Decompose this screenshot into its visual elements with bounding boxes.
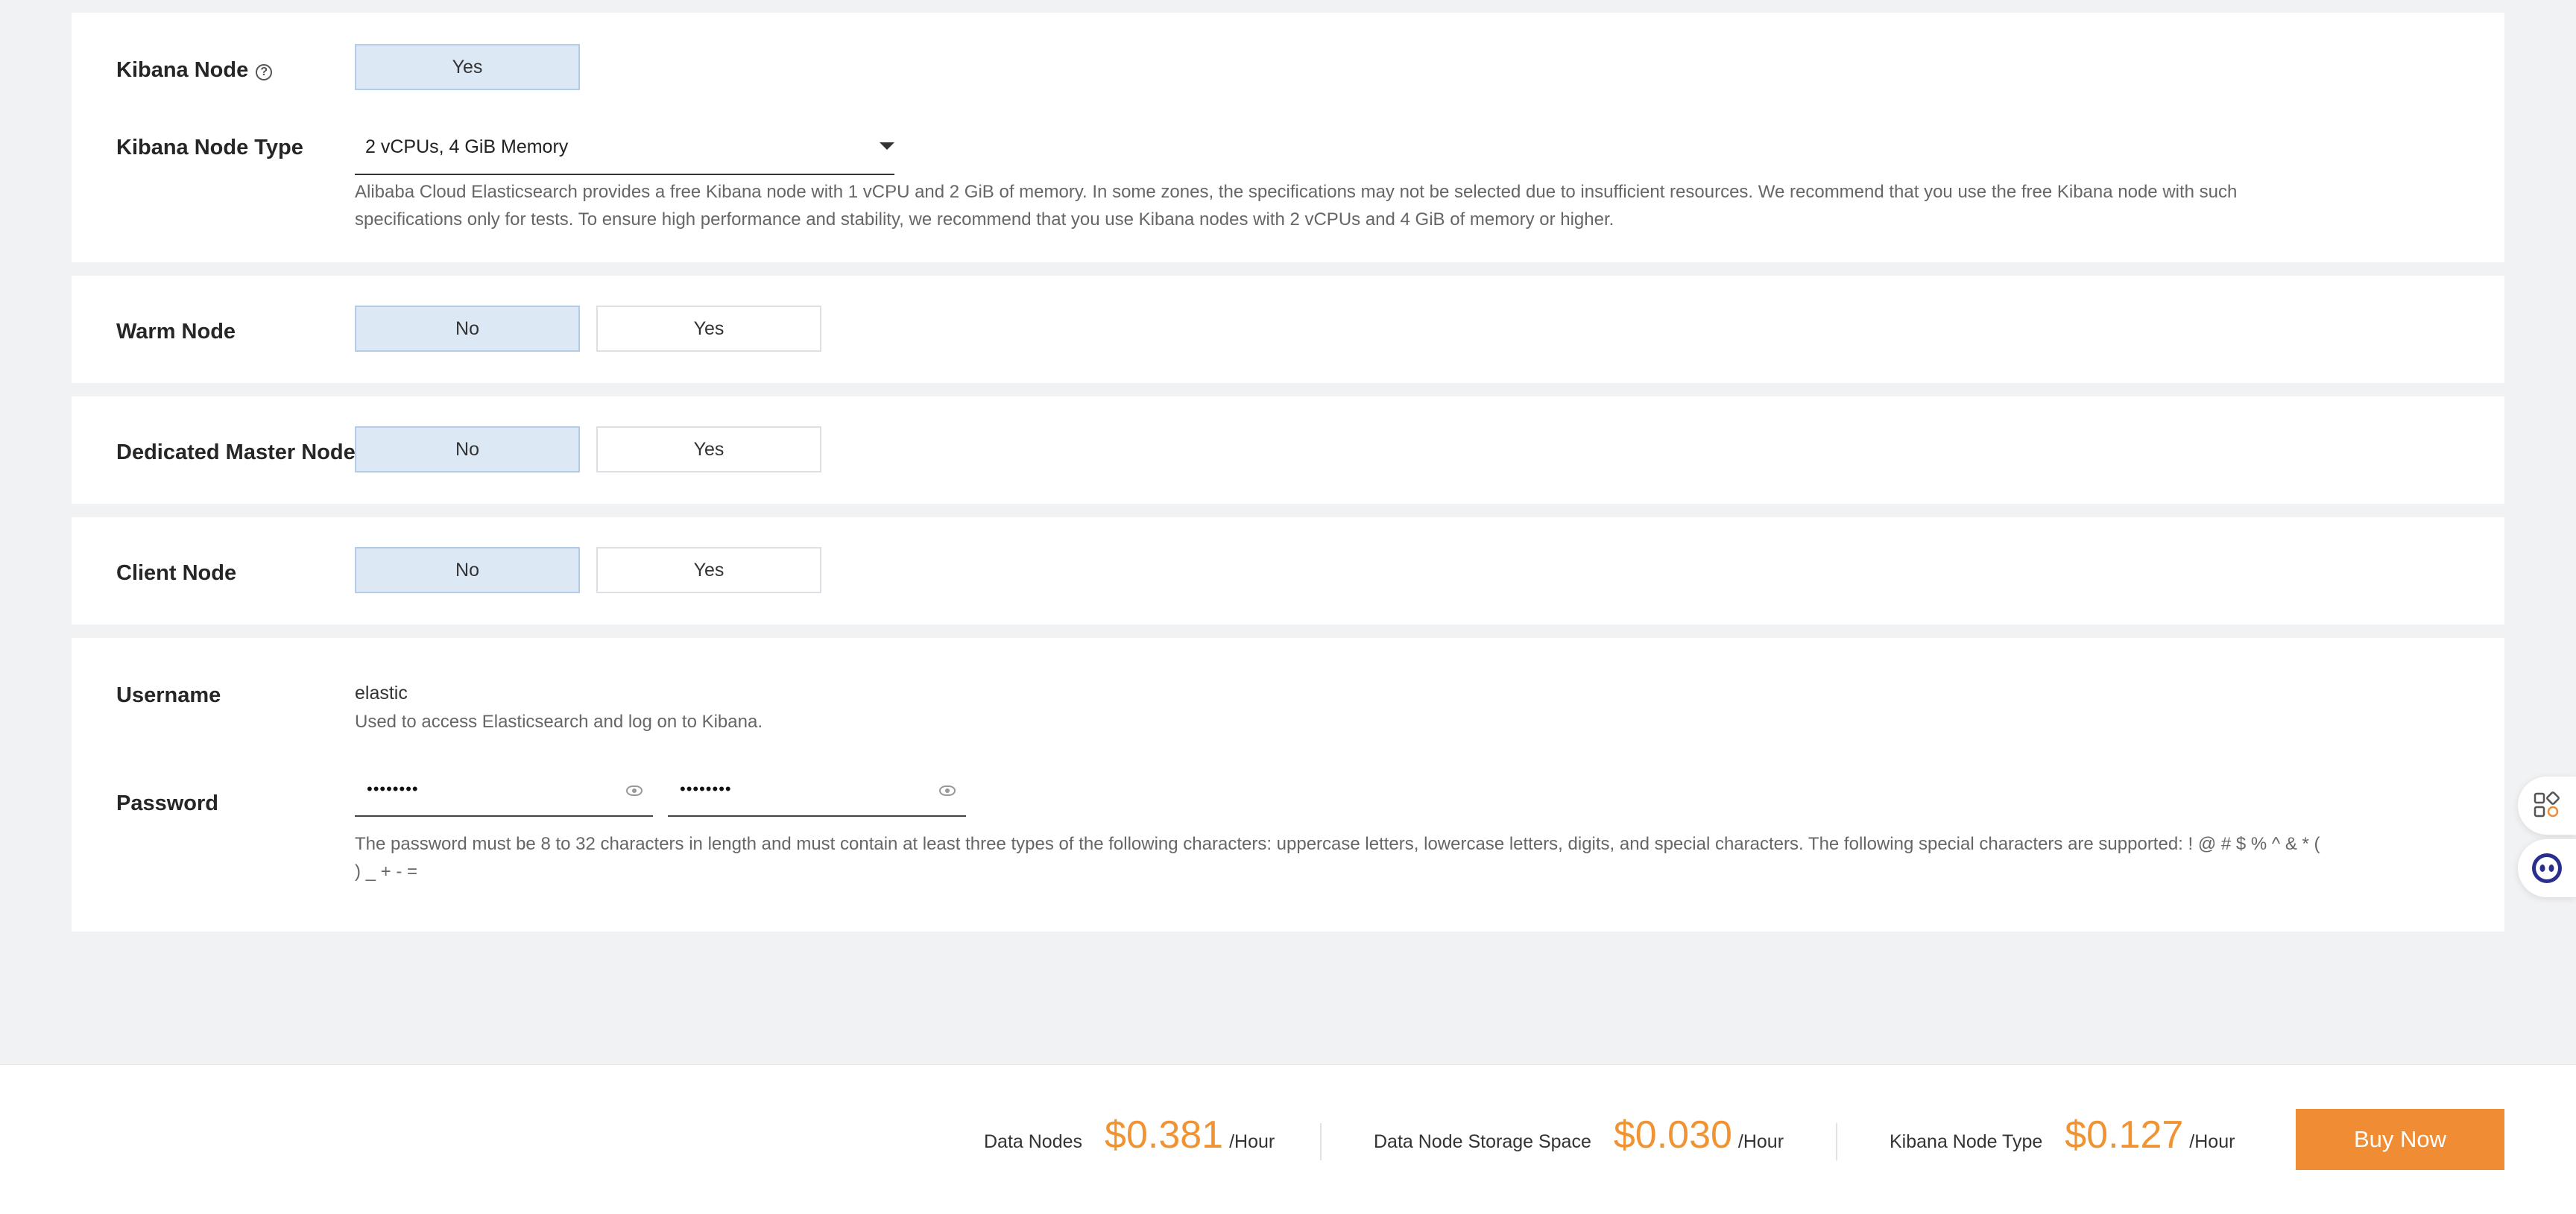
username-label: Username [116,683,221,707]
chatbot-icon [2532,853,2562,883]
kibana-node-yes-button[interactable]: Yes [355,44,580,90]
master-node-label: Dedicated Master Node [116,440,356,464]
kibana-node-type-value: 2 vCPUs, 4 GiB Memory [365,136,569,157]
divider [1836,1123,1837,1160]
chatbot-float-button[interactable] [2518,839,2576,897]
warm-node-label: Warm Node [116,320,236,344]
client-node-yes-button[interactable]: Yes [596,547,821,593]
account-card: Username elastic Used to access Elastics… [72,638,2504,932]
warm-node-yes-button[interactable]: Yes [596,306,821,352]
warm-node-no-button[interactable]: No [355,306,580,352]
eye-icon[interactable] [939,785,956,796]
username-hint: Used to access Elasticsearch and log on … [355,712,763,732]
chevron-down-icon [880,142,894,150]
master-node-card: Dedicated Master Node No Yes [72,396,2504,504]
buy-now-button[interactable]: Buy Now [2296,1109,2504,1170]
master-node-yes-button[interactable]: Yes [596,426,821,472]
warm-node-card: Warm Node No Yes [72,276,2504,383]
divider [1320,1123,1322,1160]
apps-icon [2534,791,2560,818]
kibana-node-type-label: Kibana Node Type [116,136,303,159]
price-footer: Data Nodes $0.381 /Hour Data Node Storag… [0,1064,2576,1214]
password-hint: The password must be 8 to 32 characters … [355,834,2320,882]
kibana-node-label: Kibana Node? [116,58,273,83]
client-node-label: Client Node [116,561,237,585]
storage-price: Data Node Storage Space $0.030 /Hour [1374,1113,1784,1157]
question-circle-icon[interactable]: ? [256,64,273,80]
kibana-node-type-select[interactable]: 2 vCPUs, 4 GiB Memory [355,124,894,175]
kibana-card: Kibana Node? Yes Kibana Node Type 2 vCPU… [72,13,2504,262]
data-nodes-price: Data Nodes $0.381 /Hour [984,1113,1275,1157]
apps-float-button[interactable] [2518,777,2576,835]
confirm-password-field[interactable]: •••••••• [668,771,966,817]
password-field[interactable]: •••••••• [355,771,653,817]
eye-icon[interactable] [626,785,643,796]
kibana-hint: Alibaba Cloud Elasticsearch provides a f… [355,182,2238,230]
password-label: Password [116,791,218,815]
username-value: elastic [355,683,408,704]
client-node-no-button[interactable]: No [355,547,580,593]
client-node-card: Client Node No Yes [72,517,2504,625]
master-node-no-button[interactable]: No [355,426,580,472]
kibana-type-price: Kibana Node Type $0.127 /Hour [1890,1113,2235,1157]
